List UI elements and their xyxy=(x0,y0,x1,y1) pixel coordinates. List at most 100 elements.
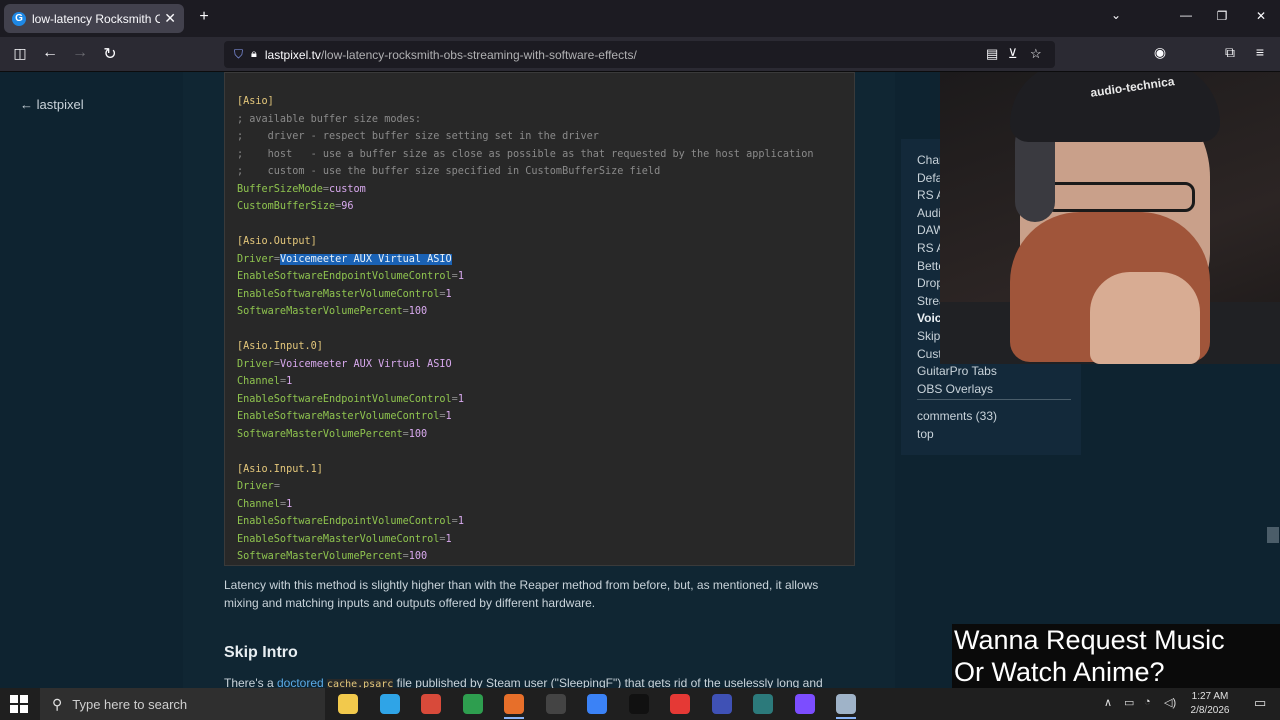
code-value: 1 xyxy=(286,498,293,510)
toc-item[interactable]: OBS Overlays xyxy=(917,382,993,396)
code-value: 100 xyxy=(408,428,428,440)
forward-icon[interactable]: → xyxy=(70,44,90,62)
code-key: SoftwareMasterVolumePercent xyxy=(237,306,403,317)
save-pocket-icon[interactable]: ⊻ xyxy=(1008,46,1018,62)
code-value: Voicemeeter AUX Virtual ASIO xyxy=(279,358,452,370)
code-key: EnableSoftwareMasterVolumeControl xyxy=(237,411,440,422)
clock[interactable]: 1:27 AM 2/8/2026 xyxy=(1180,690,1240,718)
minimize-button[interactable]: — xyxy=(1176,8,1196,22)
url-path: /low-latency-rocksmith-obs-streaming-wit… xyxy=(320,47,637,62)
tab-active[interactable]: G low-latency Rocksmith OBS stre ✕ xyxy=(4,4,184,33)
new-tab-button[interactable]: + xyxy=(194,8,214,26)
code-value: 96 xyxy=(341,201,354,212)
maximize-button[interactable]: ❐ xyxy=(1212,9,1232,23)
youtube-icon[interactable] xyxy=(670,694,690,714)
code-key: EnableSoftwareEndpointVolumeControl xyxy=(237,271,452,282)
code-line: [Asio] xyxy=(237,96,274,107)
code-line: ; available buffer size modes: xyxy=(237,113,422,125)
taskbar-search[interactable]: ⚲ Type here to search xyxy=(40,688,325,720)
code-value: 1 xyxy=(457,271,464,282)
webcam-overlay: audio-technica xyxy=(940,72,1280,364)
app-icon-active[interactable] xyxy=(836,694,856,714)
code-line: EnableSoftwareMasterVolumeControl=1 xyxy=(237,531,452,548)
close-window-button[interactable]: ✕ xyxy=(1251,9,1271,23)
code-line: SoftwareMasterVolumePercent=100 xyxy=(237,303,427,320)
code-equals: = xyxy=(273,481,280,492)
tab-close-icon[interactable]: ✕ xyxy=(164,10,176,27)
menu-icon[interactable]: ≡ xyxy=(1250,44,1270,60)
toc-item[interactable]: Skip xyxy=(917,329,940,343)
code-value: 1 xyxy=(445,411,452,422)
code-key: Driver xyxy=(237,481,274,492)
code-key: Driver xyxy=(237,358,274,370)
shield-icon: ⛉ xyxy=(234,47,244,61)
edge-icon[interactable] xyxy=(379,694,400,714)
code-value: 1 xyxy=(457,516,464,527)
file-explorer-icon[interactable] xyxy=(338,694,358,714)
code-key: SoftwareMasterVolumePercent xyxy=(237,428,403,440)
overlay-line-2: Or Watch Anime? xyxy=(954,657,1165,687)
code-line: EnableSoftwareMasterVolumeControl=1 xyxy=(237,286,452,303)
url-bar[interactable]: ⛉ 🔒︎ lastpixel.tv/low-latency-rocksmith-… xyxy=(224,41,1055,68)
code-line: EnableSoftwareEndpointVolumeControl=1 xyxy=(237,513,464,530)
code-value: custom xyxy=(329,183,366,195)
code-value: 100 xyxy=(408,306,428,317)
notepad-icon[interactable] xyxy=(753,694,773,714)
code-key: EnableSoftwareEndpointVolumeControl xyxy=(237,393,452,405)
extensions-icon[interactable]: ⧉ xyxy=(1220,44,1240,61)
media-player-icon[interactable] xyxy=(711,694,732,714)
comments-link[interactable]: comments (33) xyxy=(917,409,997,423)
bookmark-star-icon[interactable]: ☆ xyxy=(1030,46,1042,62)
volume-icon[interactable]: ◁) xyxy=(1164,696,1176,709)
code-block: [Asio] ; available buffer size modes: ; dr… xyxy=(224,72,855,566)
top-link[interactable]: top xyxy=(917,427,934,441)
code-key: EnableSoftwareMasterVolumeControl xyxy=(237,533,440,545)
back-to-home-link[interactable]: ← lastpixel xyxy=(20,97,84,112)
code-key: EnableSoftwareMasterVolumeControl xyxy=(237,288,440,300)
code-value: 1 xyxy=(445,533,452,545)
code-value: 1 xyxy=(286,376,293,387)
toc-item[interactable]: Cust xyxy=(917,347,942,361)
obs-icon[interactable] xyxy=(545,694,566,714)
voicemeeter-icon[interactable] xyxy=(421,694,441,714)
app-icon[interactable] xyxy=(794,694,815,714)
refresh-app-icon[interactable] xyxy=(587,694,607,714)
toc-item[interactable]: GuitarPro Tabs xyxy=(917,364,997,378)
terminal-icon[interactable] xyxy=(628,694,649,714)
code-line: Driver=Voicemeeter AUX Virtual ASIO xyxy=(237,251,452,268)
taskbar: ⚲ Type here to search ∧ ▭ ◔ ◁) ▭ 1:27 AM… xyxy=(0,688,1280,720)
overlay-line-1: Wanna Request Music xyxy=(954,625,1225,655)
windows-start-icon[interactable] xyxy=(10,695,28,713)
code-key: CustomBufferSize xyxy=(237,201,336,212)
notifications-icon[interactable]: ▭ xyxy=(1254,695,1266,711)
code-line: ; driver - respect buffer size setting s… xyxy=(237,131,599,142)
sidebar-toggle-icon[interactable]: ◫ xyxy=(10,45,30,62)
list-tabs-icon[interactable]: ⌄ xyxy=(1106,8,1126,22)
reader-view-icon[interactable]: ▤ xyxy=(986,46,998,62)
network-icon[interactable]: ◔ xyxy=(1144,696,1151,708)
code-line: EnableSoftwareEndpointVolumeControl=1 xyxy=(237,391,464,408)
lock-icon: 🔒︎ xyxy=(251,48,257,60)
battery-icon[interactable]: ▭ xyxy=(1124,696,1134,709)
spreadsheet-icon[interactable] xyxy=(462,694,483,714)
scrollbar-thumb[interactable] xyxy=(1267,527,1279,543)
code-line: [Asio.Input.0] xyxy=(237,341,323,352)
code-value: 1 xyxy=(445,288,452,300)
back-icon[interactable]: ← xyxy=(40,44,60,62)
account-icon[interactable]: ◉ xyxy=(1150,44,1170,61)
code-value: 1 xyxy=(457,393,464,405)
toc-divider xyxy=(917,399,1071,400)
firefox-icon[interactable] xyxy=(504,694,524,714)
search-icon: ⚲ xyxy=(52,695,63,712)
code-line: ; host - use a buffer size as close as p… xyxy=(237,148,814,160)
left-column: ← lastpixel xyxy=(0,72,183,688)
tray-chevron-icon[interactable]: ∧ xyxy=(1104,696,1112,709)
article-paragraph-2: There's a doctored cache.psarc file publ… xyxy=(224,676,854,688)
reload-icon[interactable]: ↻ xyxy=(100,44,120,64)
search-placeholder: Type here to search xyxy=(72,696,188,712)
section-heading-skip-intro: Skip Intro xyxy=(224,644,298,661)
doctored-link[interactable]: doctored xyxy=(277,676,324,688)
webcam-glasses xyxy=(1045,182,1195,212)
code-line: SoftwareMasterVolumePercent=100 xyxy=(237,426,427,443)
clock-time: 1:27 AM xyxy=(1191,691,1229,702)
